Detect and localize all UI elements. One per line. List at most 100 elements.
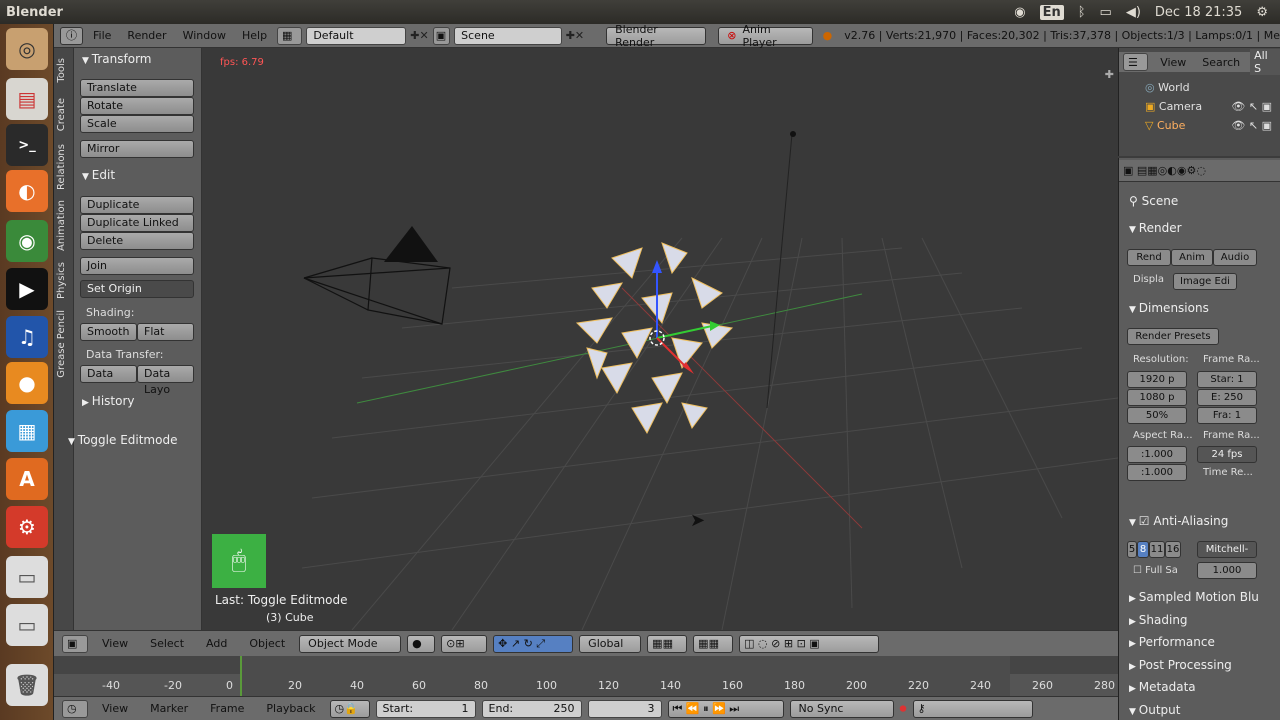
anim-player-button[interactable]: ⊗ Anim Player — [718, 23, 813, 49]
layout-field[interactable]: Default — [306, 26, 407, 45]
resolution-y-field[interactable]: 1080 p — [1127, 389, 1187, 406]
timeline[interactable]: -40 -20 0 20 40 60 80 100 120 140 160 180 200 220 240 2… — [54, 656, 1118, 696]
keying-icon[interactable]: ⚷ — [912, 699, 1033, 718]
translate-button[interactable]: Translate — [80, 79, 194, 97]
orientation-select[interactable]: Global — [579, 634, 642, 653]
dash-icon[interactable]: ◎ — [6, 28, 48, 70]
fps-select[interactable]: 24 fps — [1197, 446, 1257, 463]
panel-edit[interactable]: Edit — [82, 168, 115, 182]
set-origin-select[interactable]: Set Origin — [80, 280, 194, 298]
timeline-menu-frame[interactable]: Frame — [202, 702, 252, 715]
tab-animation[interactable]: Animation — [56, 200, 67, 251]
render-audio-button[interactable]: Audio — [1213, 249, 1257, 266]
aa-samples-16[interactable]: 16 — [1165, 541, 1181, 558]
outliner-view[interactable]: View — [1154, 56, 1192, 69]
sync-select[interactable]: No Sync — [789, 699, 894, 718]
volume-icon[interactable]: ◀) — [1126, 5, 1141, 20]
delete-button[interactable]: Delete — [80, 232, 194, 250]
layout-icon[interactable]: ▦ — [277, 26, 303, 45]
record-icon[interactable]: ⏺ — [900, 701, 907, 717]
outliner-item[interactable]: ◎ World — [1145, 81, 1190, 94]
render-presets-select[interactable]: Render Presets — [1127, 328, 1219, 345]
panel-sampled-motion-blur[interactable]: Sampled Motion Blu — [1129, 590, 1259, 604]
panel-history[interactable]: History — [82, 394, 135, 408]
timeline-menu-view[interactable]: View — [94, 702, 136, 715]
timeline-menu-marker[interactable]: Marker — [142, 702, 196, 715]
mirror-button[interactable]: Mirror — [80, 140, 194, 158]
outliner-search[interactable]: Search — [1198, 56, 1244, 69]
power-gear-icon[interactable]: ⚙ — [1256, 5, 1268, 20]
scene-icon[interactable]: ▣ — [432, 26, 451, 45]
aa-checkbox[interactable]: ☑ — [1139, 514, 1154, 528]
display-select[interactable]: Image Edi — [1173, 273, 1237, 290]
panel-toggle-editmode[interactable]: Toggle Editmode — [68, 433, 178, 447]
add-layout-icon[interactable]: ✚✕ — [410, 29, 428, 42]
menu-help[interactable]: Help — [236, 29, 273, 42]
view3d-menu-add[interactable]: Add — [198, 637, 235, 650]
view3d-menu-select[interactable]: Select — [142, 637, 192, 650]
frame-start-field[interactable]: Star: 1 — [1197, 371, 1257, 388]
frame-end-field[interactable]: E: 250 — [1197, 389, 1257, 406]
menu-file[interactable]: File — [87, 29, 117, 42]
terminal-icon[interactable]: >_ — [6, 124, 48, 166]
manipulator-icon[interactable]: ✥ ↗ ↻ ⤢ — [493, 634, 574, 653]
drive2-icon[interactable]: ▭ — [6, 604, 48, 646]
bluetooth-icon[interactable]: ᛒ — [1078, 5, 1086, 20]
outliner[interactable]: ☰ View Search All S ◎ World ▣ Camera ▽ C… — [1118, 48, 1280, 156]
panel-anti-aliasing[interactable]: ☑ Anti-Aliasing — [1129, 514, 1229, 528]
properties-editor[interactable]: ▣ ▤▦◎◐◉⚙◌ ⚲ Scene Render Rend Anim Audio… — [1118, 158, 1280, 720]
current-frame-marker[interactable] — [240, 656, 242, 696]
resolution-percent-field[interactable]: 50% — [1127, 407, 1187, 424]
layers-icon[interactable]: ▦▦ — [647, 634, 688, 653]
panel-transform[interactable]: Transform — [82, 52, 152, 66]
rotate-button[interactable]: Rotate — [80, 97, 194, 115]
view3d-menu-view[interactable]: View — [94, 637, 136, 650]
current-frame-field[interactable]: 3 — [587, 699, 662, 718]
view3d-editor-icon[interactable]: ▣ — [62, 634, 88, 653]
join-button[interactable]: Join — [80, 257, 194, 275]
panel-render[interactable]: Render — [1129, 221, 1182, 235]
shattered-cube-object[interactable] — [562, 238, 752, 438]
end-frame-field[interactable]: End: 250 — [481, 699, 582, 718]
timeline-editor-icon[interactable]: ◷ — [62, 699, 88, 718]
playback-controls[interactable]: ⏮ ⏪ ⏸ ⏩ ⏭ — [667, 699, 784, 718]
outliner-item[interactable]: ▣ Camera — [1145, 100, 1202, 113]
filter-size-field[interactable]: 1.000 — [1197, 562, 1257, 579]
scale-button[interactable]: Scale — [80, 115, 194, 133]
layers2-icon[interactable]: ▦▦ — [693, 634, 734, 653]
render-engine-select[interactable]: Blender Render — [606, 23, 707, 49]
properties-tabs[interactable]: ▣ ▤▦◎◐◉⚙◌ — [1119, 160, 1280, 182]
wifi-icon[interactable]: ◉ — [1014, 5, 1025, 20]
aa-samples-11[interactable]: 11 — [1149, 541, 1165, 558]
smooth-button[interactable]: Smooth — [80, 323, 137, 341]
panel-post-processing[interactable]: Post Processing — [1129, 658, 1232, 672]
blender-icon[interactable]: ● — [6, 362, 48, 404]
render-anim-button[interactable]: Anim — [1171, 249, 1213, 266]
panel-shading[interactable]: Shading — [1129, 613, 1188, 627]
files-icon[interactable]: ▤ — [6, 78, 48, 120]
duplicate-button[interactable]: Duplicate — [80, 196, 194, 214]
tab-physics[interactable]: Physics — [56, 262, 67, 299]
aa-samples-8[interactable]: 8 — [1137, 541, 1149, 558]
aa-samples-5[interactable]: 5 — [1127, 541, 1137, 558]
outliner-editor-icon[interactable]: ☰ — [1123, 53, 1149, 71]
aa-filter-select[interactable]: Mitchell- — [1197, 541, 1257, 558]
pin-icon[interactable]: ⚲ — [1129, 194, 1142, 208]
snap-tools-icon[interactable]: ◫ ◌ ⊘ ⊞ ⊡ ▣ — [739, 634, 880, 653]
clock[interactable]: Dec 18 21:35 — [1155, 5, 1242, 20]
tab-create[interactable]: Create — [56, 98, 67, 131]
scene-field[interactable]: Scene — [454, 26, 562, 45]
region-toggle-icon[interactable]: ✚ — [1105, 68, 1114, 81]
menu-render[interactable]: Render — [121, 29, 172, 42]
chrome-icon[interactable]: ◉ — [6, 220, 48, 262]
drive-icon[interactable]: ▭ — [6, 556, 48, 598]
visibility-icons[interactable]: 👁 ↖ ▣ — [1231, 100, 1272, 113]
frame-step-field[interactable]: Fra: 1 — [1197, 407, 1257, 424]
preview-range-icon[interactable]: ◷🔒 — [329, 699, 370, 718]
duplicate-linked-button[interactable]: Duplicate Linked — [80, 214, 194, 232]
panel-metadata[interactable]: Metadata — [1129, 680, 1196, 694]
menu-window[interactable]: Window — [177, 29, 232, 42]
outliner-item[interactable]: ▽ Cube — [1145, 119, 1185, 132]
tab-tools[interactable]: Tools — [56, 58, 67, 83]
battery-icon[interactable]: ▭ — [1100, 5, 1112, 20]
